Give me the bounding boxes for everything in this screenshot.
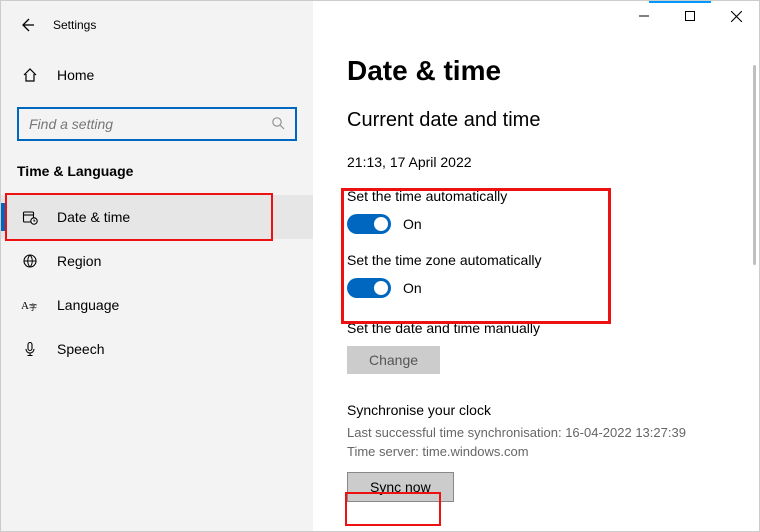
sidebar-item-label: Date & time [57, 209, 130, 225]
sidebar: Settings Home Time & Language Date & [1, 1, 313, 531]
svg-text:字: 字 [29, 302, 37, 312]
sync-last-line: Last successful time synchronisation: 16… [347, 424, 759, 443]
sidebar-item-label: Speech [57, 341, 104, 357]
current-datetime-value: 21:13, 17 April 2022 [347, 154, 759, 170]
current-datetime-heading: Current date and time [347, 109, 759, 132]
app-title: Settings [53, 18, 96, 32]
scrollbar[interactable] [749, 37, 759, 531]
close-icon [731, 11, 742, 22]
maximize-icon [685, 11, 695, 21]
search-input[interactable] [27, 115, 271, 133]
home-icon [21, 67, 39, 83]
sidebar-section-heading: Time & Language [1, 163, 313, 179]
sidebar-item-label: Region [57, 253, 101, 269]
sidebar-nav: Date & time Region A字 Language Speech [1, 195, 313, 371]
minimize-button[interactable] [621, 1, 667, 31]
back-button[interactable] [13, 11, 41, 39]
sync-server-line: Time server: time.windows.com [347, 443, 759, 462]
sync-now-button[interactable]: Sync now [347, 472, 454, 502]
auto-time-state: On [403, 216, 422, 232]
auto-time-label: Set the time automatically [347, 188, 759, 204]
search-input-wrap[interactable] [17, 107, 297, 141]
main-panel: Date & time Current date and time 21:13,… [313, 1, 759, 531]
maximize-button[interactable] [667, 1, 713, 31]
manual-datetime-label: Set the date and time manually [347, 320, 759, 336]
sidebar-item-date-time[interactable]: Date & time [1, 195, 313, 239]
search-icon [271, 116, 287, 132]
sidebar-item-region[interactable]: Region [1, 239, 313, 283]
sidebar-item-language[interactable]: A字 Language [1, 283, 313, 327]
svg-text:A: A [21, 300, 29, 312]
language-icon: A字 [21, 297, 39, 313]
sidebar-item-speech[interactable]: Speech [1, 327, 313, 371]
globe-icon [21, 253, 39, 269]
sync-meta: Last successful time synchronisation: 16… [347, 424, 759, 462]
calendar-clock-icon [21, 209, 39, 225]
microphone-icon [21, 341, 39, 357]
sidebar-home[interactable]: Home [1, 55, 313, 95]
page-title: Date & time [347, 55, 759, 87]
auto-time-toggle[interactable] [347, 214, 391, 234]
scrollbar-thumb[interactable] [753, 65, 756, 265]
sidebar-item-label: Language [57, 297, 119, 313]
change-button[interactable]: Change [347, 346, 440, 374]
auto-timezone-state: On [403, 280, 422, 296]
sync-heading: Synchronise your clock [347, 402, 759, 418]
arrow-left-icon [19, 17, 35, 33]
close-button[interactable] [713, 1, 759, 31]
window-controls [621, 1, 759, 31]
auto-timezone-label: Set the time zone automatically [347, 252, 759, 268]
sidebar-home-label: Home [57, 67, 94, 83]
minimize-icon [639, 11, 649, 21]
auto-timezone-toggle[interactable] [347, 278, 391, 298]
